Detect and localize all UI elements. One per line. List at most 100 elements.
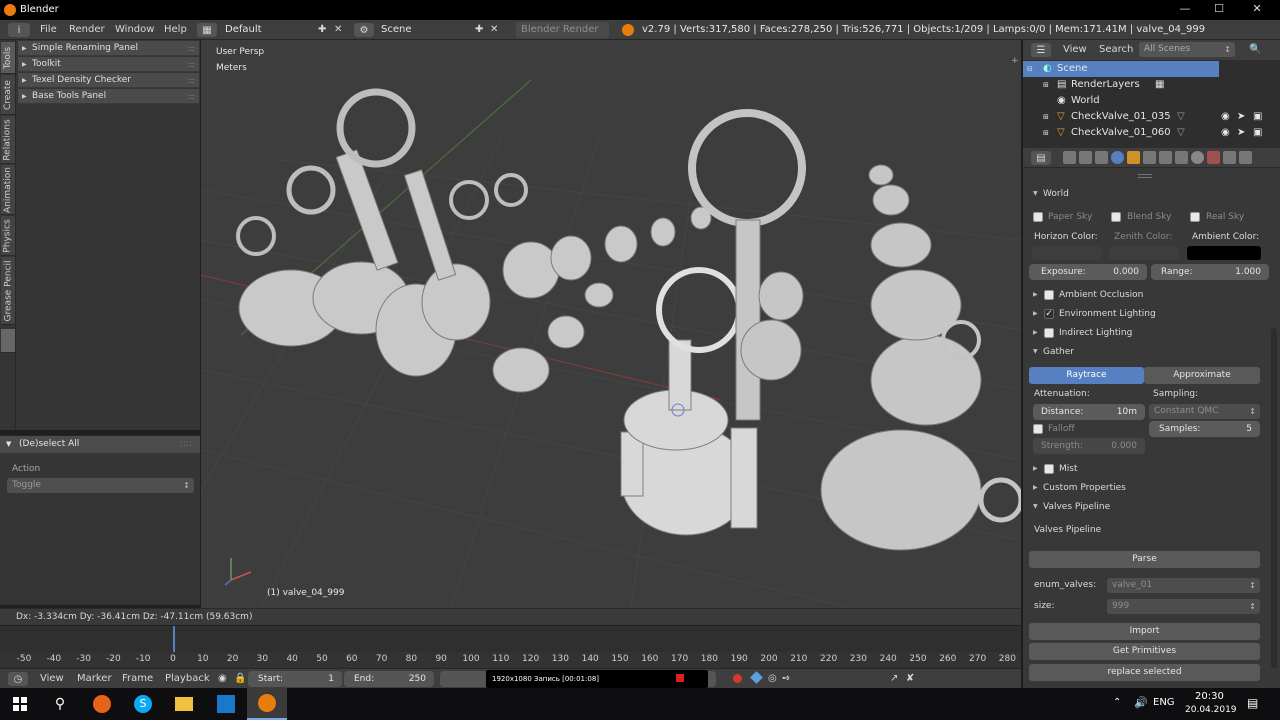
- renderable-camera-icon[interactable]: ▣: [1253, 125, 1262, 141]
- screen-layout-icon[interactable]: ▦: [197, 23, 217, 37]
- skype-icon[interactable]: S: [123, 688, 163, 720]
- modifiers-context-icon[interactable]: [1159, 151, 1172, 164]
- selectable-cursor-icon[interactable]: ➤: [1237, 109, 1245, 125]
- outliner-row-scene[interactable]: ⊟ ◐ Scene: [1023, 61, 1219, 77]
- auto-keying-icon[interactable]: [733, 674, 742, 683]
- scene-context-icon[interactable]: [1095, 151, 1108, 164]
- timeline-menu-frame[interactable]: Frame: [122, 672, 153, 686]
- tab-extra[interactable]: [1, 329, 15, 353]
- pin-icon[interactable]: ➺: [782, 672, 790, 686]
- firefox-icon[interactable]: [82, 688, 122, 720]
- properties-editor-icon[interactable]: ▤: [1031, 151, 1051, 165]
- panel-base-tools[interactable]: Base Tools Panel::::: [18, 89, 199, 104]
- outliner-editor-icon[interactable]: ☰: [1031, 43, 1051, 57]
- zenith-color-swatch[interactable]: [1109, 246, 1179, 260]
- lock-icon[interactable]: 🔒: [234, 672, 246, 686]
- menu-window[interactable]: Window: [115, 23, 154, 37]
- renderable-camera-icon[interactable]: ▣: [1253, 109, 1262, 125]
- close-button[interactable]: ✕: [1240, 2, 1274, 15]
- tray-chevron-icon[interactable]: ⌃: [1113, 697, 1121, 708]
- minimize-button[interactable]: —: [1168, 2, 1202, 15]
- volume-icon[interactable]: 🔊: [1134, 696, 1148, 709]
- particles-context-icon[interactable]: [1223, 151, 1236, 164]
- timeline-menu-view[interactable]: View: [40, 672, 64, 686]
- expand-icon[interactable]: ⊞: [1043, 77, 1049, 93]
- menu-render[interactable]: Render: [69, 23, 105, 37]
- keying-set-icon[interactable]: ◎: [768, 672, 777, 686]
- windows-start-icon[interactable]: [0, 688, 40, 720]
- section-valves-pipeline[interactable]: Valves Pipeline: [1033, 500, 1110, 514]
- range-field[interactable]: Range: 1.000: [1151, 264, 1269, 280]
- maximize-button[interactable]: ☐: [1202, 2, 1236, 15]
- expand-icon[interactable]: ⊞: [1043, 125, 1049, 141]
- size-field[interactable]: 999: [1107, 599, 1260, 614]
- blend-sky-checkbox[interactable]: [1111, 212, 1121, 222]
- file-explorer-icon[interactable]: [164, 688, 204, 720]
- render-layers-context-icon[interactable]: [1079, 151, 1092, 164]
- language-indicator[interactable]: ENG: [1153, 697, 1175, 708]
- texture-context-icon[interactable]: [1207, 151, 1220, 164]
- outliner-menu-search[interactable]: Search: [1099, 43, 1133, 57]
- data-context-icon[interactable]: [1175, 151, 1188, 164]
- menu-help[interactable]: Help: [164, 23, 187, 37]
- action-dropdown[interactable]: Toggle: [7, 478, 194, 493]
- record-icon[interactable]: [676, 674, 684, 682]
- horizon-color-swatch[interactable]: [1032, 246, 1102, 260]
- panel-grip-icon[interactable]: ::::: [180, 436, 192, 453]
- strength-field[interactable]: Strength: 0.000: [1033, 438, 1145, 454]
- clock-date[interactable]: 20.04.2019: [1185, 705, 1237, 715]
- clock-time[interactable]: 20:30: [1195, 691, 1224, 702]
- panel-grip-icon[interactable]: ::::: [187, 89, 195, 104]
- selectable-cursor-icon[interactable]: ➤: [1237, 125, 1245, 141]
- panel-toolkit[interactable]: Toolkit::::: [18, 57, 199, 72]
- section-world[interactable]: World: [1033, 187, 1069, 201]
- constraints-context-icon[interactable]: [1143, 151, 1156, 164]
- panel-simple-renaming[interactable]: Simple Renaming Panel::::: [18, 41, 199, 56]
- outliner-row-checkvalve-060[interactable]: ⊞ ▽ CheckValve_01_060 ▽ ◉ ➤ ▣: [1023, 125, 1273, 141]
- timeline-area[interactable]: -50 -40 -30 -20 -10 0 10 20 30 40 50 60 70 80 90 100 110…: [0, 626, 1021, 668]
- outliner-row-checkvalve-035[interactable]: ⊞ ▽ CheckValve_01_035 ▽ ◉ ➤ ▣: [1023, 109, 1273, 125]
- paper-sky-checkbox[interactable]: [1033, 212, 1043, 222]
- render-engine-dropdown[interactable]: Blender Render: [516, 22, 609, 38]
- blender-taskbar-icon[interactable]: [247, 688, 287, 720]
- menu-file[interactable]: File: [40, 23, 57, 37]
- panel-grip-icon[interactable]: ::::: [187, 41, 195, 56]
- tab-relations[interactable]: Relations: [1, 116, 15, 164]
- 3d-viewport[interactable]: User Persp Meters (1) valve_04_999 +: [201, 40, 1021, 608]
- tab-tools[interactable]: Tools: [1, 42, 15, 74]
- remove-layout-icon[interactable]: ✕: [334, 23, 342, 37]
- panel-grip-icon[interactable]: ::::: [187, 73, 195, 88]
- falloff-checkbox[interactable]: [1033, 424, 1043, 434]
- approximate-toggle[interactable]: Approximate: [1144, 367, 1260, 384]
- timeline-editor-icon[interactable]: ◷: [8, 672, 28, 686]
- scene-icon[interactable]: ⚙: [354, 23, 374, 37]
- editor-type-info-icon[interactable]: i: [8, 23, 30, 37]
- panel-grip-icon[interactable]: ::::: [187, 57, 195, 72]
- section-gather[interactable]: Gather: [1033, 345, 1074, 359]
- vscode-icon[interactable]: [206, 688, 246, 720]
- tab-grease-pencil[interactable]: Grease Pencil: [1, 257, 15, 325]
- outliner-filter-dropdown[interactable]: All Scenes: [1139, 42, 1235, 57]
- tab-create[interactable]: Create: [1, 75, 15, 115]
- add-scene-icon[interactable]: ✚: [475, 23, 483, 37]
- get-primitives-button[interactable]: Get Primitives: [1029, 643, 1260, 660]
- outliner-row-renderlayers[interactable]: ⊞ ▤ RenderLayers ▦: [1023, 77, 1273, 93]
- section-custom-properties[interactable]: Custom Properties: [1033, 481, 1126, 495]
- link-icon[interactable]: ↗: [890, 672, 898, 686]
- keyframe-icon[interactable]: [750, 671, 763, 684]
- mist-checkbox[interactable]: [1044, 464, 1054, 474]
- timeline-menu-marker[interactable]: Marker: [77, 672, 112, 686]
- physics-context-icon[interactable]: [1239, 151, 1252, 164]
- environment-lighting-checkbox[interactable]: ✓: [1044, 309, 1054, 319]
- properties-scrollbar[interactable]: [1271, 328, 1277, 668]
- remove-scene-icon[interactable]: ✕: [490, 23, 498, 37]
- render-layer-visibility-icon[interactable]: ▦: [1155, 77, 1164, 93]
- add-layout-icon[interactable]: ✚: [318, 23, 326, 37]
- render-context-icon[interactable]: [1063, 151, 1076, 164]
- notifications-icon[interactable]: ▤: [1247, 696, 1258, 710]
- ambient-occlusion-checkbox[interactable]: [1044, 290, 1054, 300]
- bone-icon[interactable]: ✘: [906, 672, 914, 686]
- end-frame-field[interactable]: End: 250: [344, 671, 434, 687]
- outliner-menu-view[interactable]: View: [1063, 43, 1087, 57]
- operator-header[interactable]: ▼ (De)select All ::::: [0, 436, 200, 453]
